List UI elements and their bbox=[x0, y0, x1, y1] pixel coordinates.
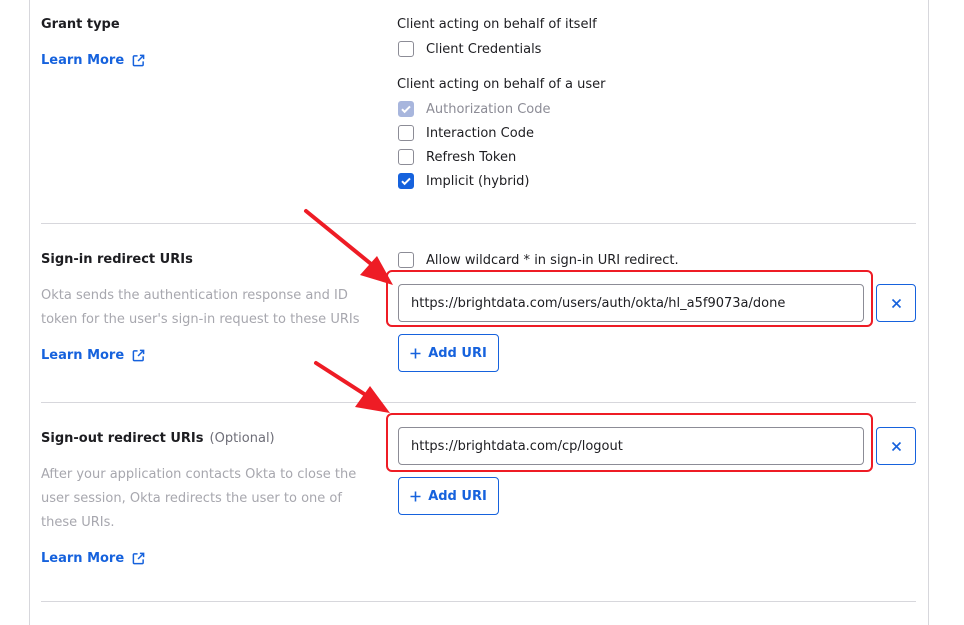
checkbox-refresh-token[interactable]: Refresh Token bbox=[398, 148, 516, 166]
add-uri-label: Add URI bbox=[428, 345, 487, 361]
group-label-itself: Client acting on behalf of itself bbox=[397, 17, 597, 32]
checkbox-box[interactable] bbox=[398, 252, 414, 268]
external-link-icon bbox=[132, 349, 145, 362]
checkbox-client-credentials[interactable]: Client Credentials bbox=[398, 40, 541, 58]
checkbox-box[interactable] bbox=[398, 173, 414, 189]
grant-type-learn-more-link[interactable]: Learn More bbox=[41, 53, 145, 68]
sign-out-redirect-description: After your application contacts Okta to … bbox=[41, 467, 357, 530]
checkbox-implicit-hybrid[interactable]: Implicit (hybrid) bbox=[398, 172, 530, 190]
sign-out-title-text: Sign-out redirect URIs bbox=[41, 431, 204, 446]
sign-in-redirect-title: Sign-in redirect URIs bbox=[41, 252, 193, 267]
external-link-icon bbox=[132, 54, 145, 67]
remove-sign-out-uri-button[interactable] bbox=[876, 427, 916, 465]
sign-in-uri-input[interactable] bbox=[398, 284, 864, 322]
sign-out-redirect-title: Sign-out redirect URIs (Optional) bbox=[41, 431, 275, 446]
add-sign-in-uri-button[interactable]: Add URI bbox=[398, 334, 499, 372]
sign-in-learn-more-link[interactable]: Learn More bbox=[41, 348, 145, 363]
optional-label: (Optional) bbox=[209, 431, 275, 446]
close-icon bbox=[891, 441, 901, 451]
learn-more-label: Learn More bbox=[41, 348, 125, 363]
learn-more-label: Learn More bbox=[41, 53, 125, 68]
checkbox-box[interactable] bbox=[398, 149, 414, 165]
checkbox-label: Allow wildcard * in sign-in URI redirect… bbox=[426, 252, 679, 268]
grant-type-title: Grant type bbox=[41, 17, 120, 32]
sign-in-redirect-description: Okta sends the authentication response a… bbox=[41, 288, 360, 327]
group-label-user: Client acting on behalf of a user bbox=[397, 77, 606, 92]
checkbox-box bbox=[398, 101, 414, 117]
plus-icon bbox=[410, 491, 421, 501]
section-divider bbox=[41, 601, 916, 602]
plus-icon bbox=[410, 348, 421, 358]
checkmark-icon bbox=[401, 105, 411, 114]
checkbox-label: Implicit (hybrid) bbox=[426, 173, 530, 189]
add-uri-label: Add URI bbox=[428, 488, 487, 504]
remove-sign-in-uri-button[interactable] bbox=[876, 284, 916, 322]
sign-out-learn-more-link[interactable]: Learn More bbox=[41, 551, 145, 566]
add-sign-out-uri-button[interactable]: Add URI bbox=[398, 477, 499, 515]
sign-out-uri-input[interactable] bbox=[398, 427, 864, 465]
checkbox-allow-wildcard[interactable]: Allow wildcard * in sign-in URI redirect… bbox=[398, 251, 679, 269]
checkbox-label: Client Credentials bbox=[426, 41, 542, 57]
checkbox-box[interactable] bbox=[398, 41, 414, 57]
checkbox-authorization-code: Authorization Code bbox=[398, 100, 550, 118]
checkmark-icon bbox=[401, 177, 411, 186]
learn-more-label: Learn More bbox=[41, 551, 125, 566]
section-divider bbox=[41, 223, 916, 224]
checkbox-box[interactable] bbox=[398, 125, 414, 141]
checkbox-interaction-code[interactable]: Interaction Code bbox=[398, 124, 534, 142]
checkbox-label: Authorization Code bbox=[426, 101, 551, 117]
checkbox-label: Refresh Token bbox=[426, 149, 517, 165]
section-divider bbox=[41, 402, 916, 403]
close-icon bbox=[891, 298, 901, 308]
checkbox-label: Interaction Code bbox=[426, 125, 534, 141]
external-link-icon bbox=[132, 552, 145, 565]
